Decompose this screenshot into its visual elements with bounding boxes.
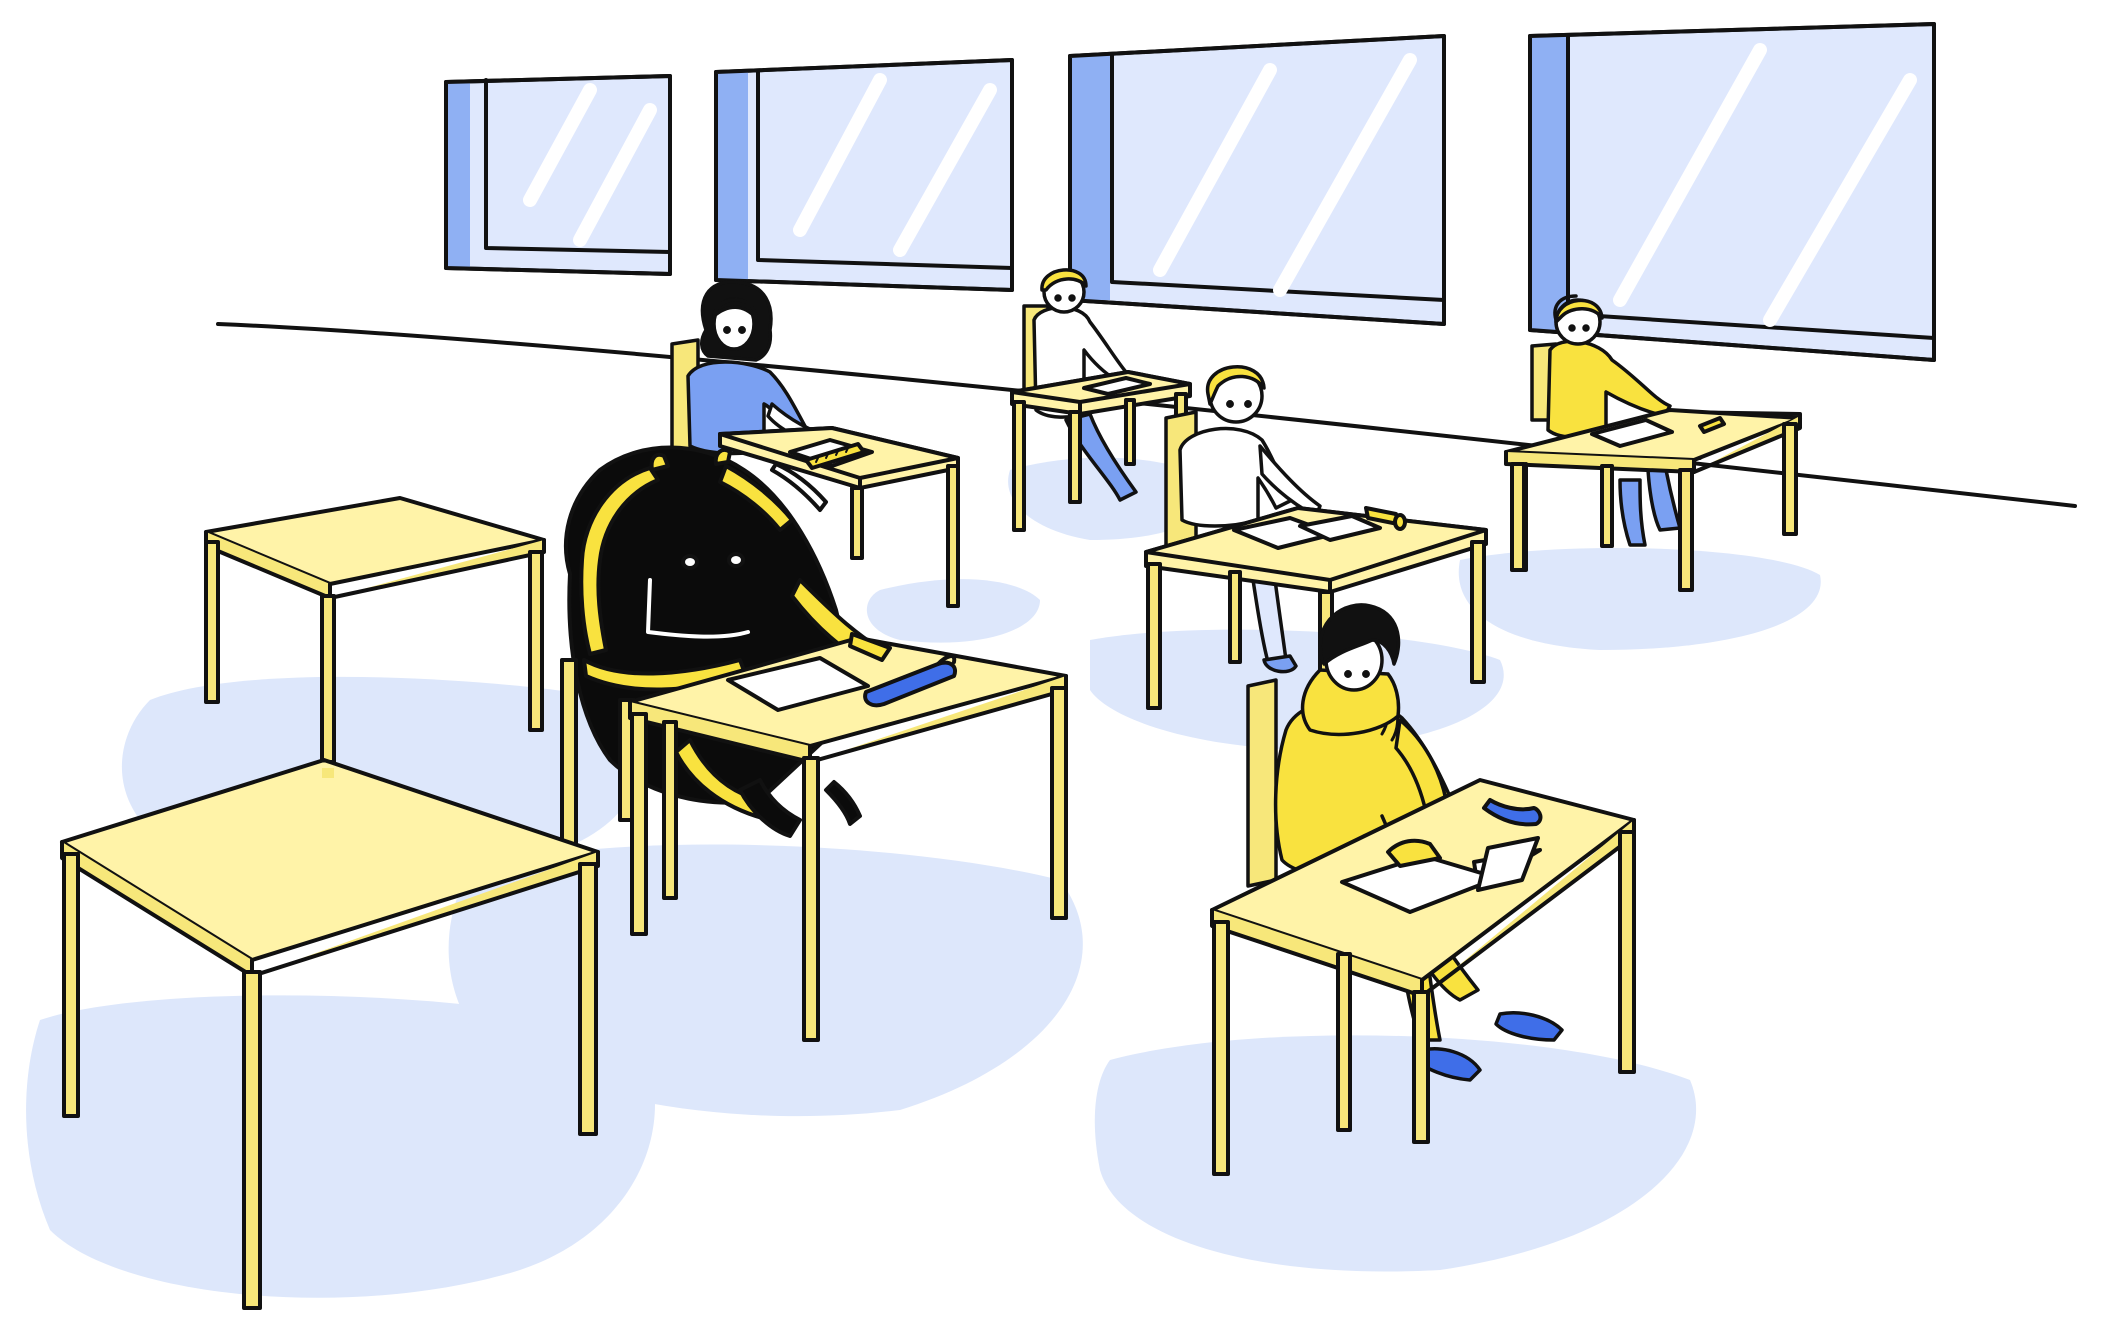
window-2	[714, 58, 1014, 292]
window-1	[444, 74, 672, 276]
windows	[444, 22, 1936, 362]
window-3	[1068, 34, 1446, 326]
classroom-illustration	[26, 22, 2077, 1310]
